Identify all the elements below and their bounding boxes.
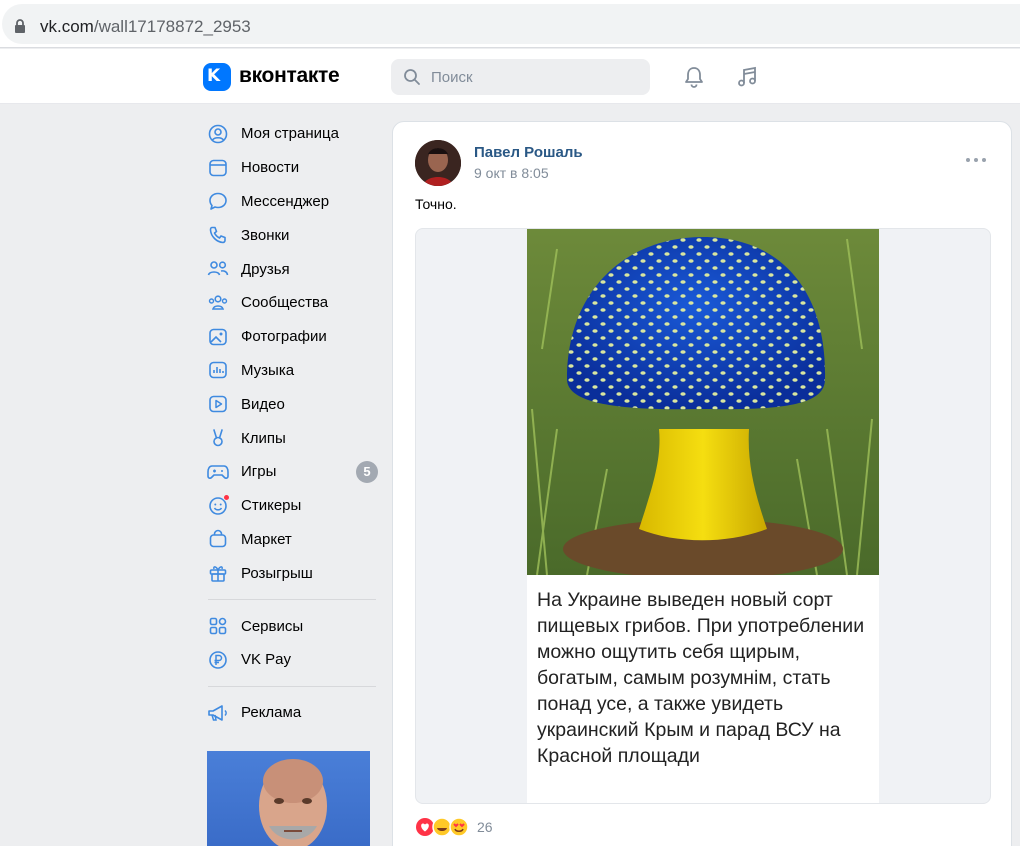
menu-item-communities[interactable]: Сообщества — [200, 286, 380, 320]
more-options-icon[interactable] — [965, 156, 987, 164]
music-note-icon[interactable] — [735, 65, 759, 89]
vk-header: K вконтакте — [0, 49, 1020, 104]
left-menu: Моя страница Новости Мессенджер Звонки Д… — [200, 117, 380, 730]
menu-item-games[interactable]: Игры 5 — [200, 455, 380, 489]
menu-label: Реклама — [241, 704, 302, 722]
logo-text[interactable]: вконтакте — [239, 64, 340, 88]
image-caption-text: На Украине выведен новый сорт пищевых гр… — [527, 575, 879, 803]
menu-label: Стикеры — [241, 497, 302, 515]
menu-label: Клипы — [241, 429, 286, 447]
mushroom-image — [527, 229, 879, 575]
menu-label: Видео — [241, 395, 285, 413]
megaphone-icon — [207, 702, 229, 724]
browser-address-bar: vk.com/wall17178872_2953 — [0, 0, 1020, 48]
search-icon — [404, 69, 420, 85]
post-card: Павел Рошаль 9 окт в 8:05 Точно. На Укра… — [392, 121, 1012, 846]
menu-label: Мессенджер — [241, 192, 330, 210]
music-icon — [207, 359, 229, 381]
menu-label: Звонки — [241, 226, 290, 244]
menu-label: Сообщества — [241, 294, 329, 312]
post-date[interactable]: 9 окт в 8:05 — [474, 165, 549, 181]
menu-label: Маркет — [241, 530, 292, 548]
menu-item-photos[interactable]: Фотографии — [200, 320, 380, 354]
menu-label: Игры — [241, 463, 277, 481]
vkpay-icon — [207, 649, 229, 671]
menu-label: Розыгрыш — [241, 564, 313, 582]
friends-icon — [207, 258, 229, 280]
menu-item-market[interactable]: Маркет — [200, 523, 380, 557]
menu-item-news[interactable]: Новости — [200, 151, 380, 185]
menu-item-stickers[interactable]: Стикеры — [200, 489, 380, 523]
menu-label: Друзья — [241, 260, 290, 278]
post-media[interactable]: На Украине выведен новый сорт пищевых гр… — [415, 228, 991, 804]
menu-label: Сервисы — [241, 617, 304, 635]
reactions-bar[interactable]: 26 — [415, 816, 493, 838]
user-circle-icon — [207, 123, 229, 145]
menu-item-calls[interactable]: Звонки — [200, 218, 380, 252]
post-author-name[interactable]: Павел Рошаль — [474, 144, 583, 161]
games-count-badge: 5 — [356, 460, 378, 483]
notification-dot — [223, 493, 230, 501]
market-icon — [207, 528, 229, 550]
menu-label: Моя страница — [241, 125, 339, 143]
stickers-icon — [207, 493, 230, 517]
photo-icon — [207, 326, 229, 348]
promo-image[interactable] — [207, 751, 370, 846]
menu-item-ads[interactable]: Реклама — [200, 696, 380, 730]
menu-divider — [208, 685, 376, 687]
menu-item-giveaway[interactable]: Розыгрыш — [200, 556, 380, 590]
post-photo[interactable]: На Украине выведен новый сорт пищевых гр… — [527, 229, 879, 803]
menu-item-vkpay[interactable]: VK Pay — [200, 643, 380, 677]
clips-icon — [207, 427, 229, 449]
author-avatar[interactable] — [415, 140, 461, 186]
news-icon — [207, 157, 229, 179]
gift-icon — [207, 562, 229, 584]
lock-icon — [15, 19, 25, 33]
menu-item-video[interactable]: Видео — [200, 387, 380, 421]
video-icon — [207, 393, 229, 415]
reaction-emojis-icon — [416, 817, 469, 837]
menu-label: Новости — [241, 159, 300, 177]
menu-item-messenger[interactable]: Мессенджер — [200, 185, 380, 219]
communities-icon — [207, 292, 229, 314]
message-icon — [207, 190, 229, 212]
menu-divider — [208, 599, 376, 601]
menu-item-my-page[interactable]: Моя страница — [200, 117, 380, 151]
games-icon — [207, 461, 229, 483]
bell-icon[interactable] — [682, 65, 706, 89]
search-box[interactable] — [391, 59, 650, 95]
reactions-count: 26 — [477, 819, 493, 835]
services-icon — [207, 615, 229, 637]
url-field[interactable]: vk.com/wall17178872_2953 — [2, 4, 1020, 44]
vk-logo-icon[interactable]: K — [203, 63, 231, 91]
search-input[interactable] — [431, 59, 641, 95]
menu-item-music[interactable]: Музыка — [200, 354, 380, 388]
url-text: vk.com/wall17178872_2953 — [40, 17, 251, 36]
post-text: Точно. — [415, 196, 457, 212]
menu-label: Фотографии — [241, 328, 327, 346]
menu-label: Музыка — [241, 361, 295, 379]
menu-item-clips[interactable]: Клипы — [200, 421, 380, 455]
menu-label: VK Pay — [241, 651, 292, 669]
menu-item-friends[interactable]: Друзья — [200, 252, 380, 286]
phone-icon — [207, 224, 229, 246]
menu-item-services[interactable]: Сервисы — [200, 609, 380, 643]
